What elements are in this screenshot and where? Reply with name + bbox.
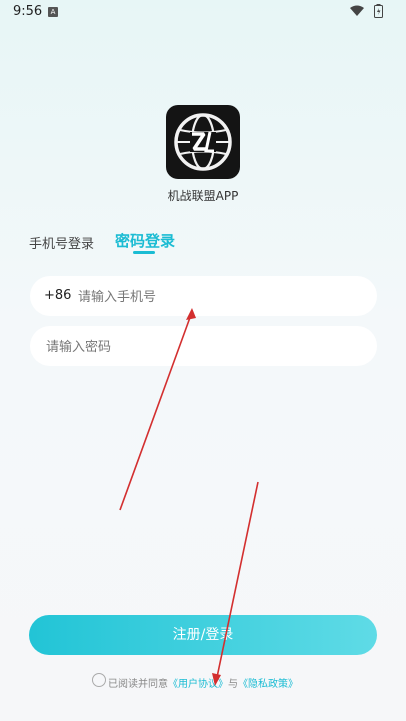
zl-globe-logo-icon (174, 113, 232, 171)
agreement-text: 已阅读并同意《用户协议》与《隐私政策》 (108, 675, 298, 690)
tab-password-login[interactable]: 密码登录 (115, 230, 175, 251)
password-field (30, 326, 377, 368)
agreement-prefix: 已阅读并同意 (108, 679, 168, 690)
agreement-checkbox[interactable] (92, 673, 106, 687)
privacy-policy-link[interactable]: 《隐私政策》 (238, 679, 298, 690)
phone-field: +86 (30, 276, 377, 318)
status-bar: 9:56 A (0, 0, 406, 24)
active-tab-indicator (133, 251, 155, 254)
notification-icon: A (48, 7, 58, 17)
user-agreement-link[interactable]: 《用户协议》 (168, 679, 228, 690)
app-name: 机战联盟APP (167, 189, 239, 203)
phone-input[interactable] (76, 276, 360, 318)
wifi-icon (350, 5, 364, 16)
register-login-button[interactable]: 注册/登录 (29, 615, 377, 655)
app-logo (166, 105, 240, 179)
tab-phone-login[interactable]: 手机号登录 (29, 233, 94, 252)
password-input[interactable] (44, 326, 358, 368)
battery-icon (374, 4, 383, 18)
agreement-and: 与 (228, 679, 238, 690)
country-code[interactable]: +86 (44, 288, 71, 303)
status-time: 9:56 (13, 4, 43, 19)
